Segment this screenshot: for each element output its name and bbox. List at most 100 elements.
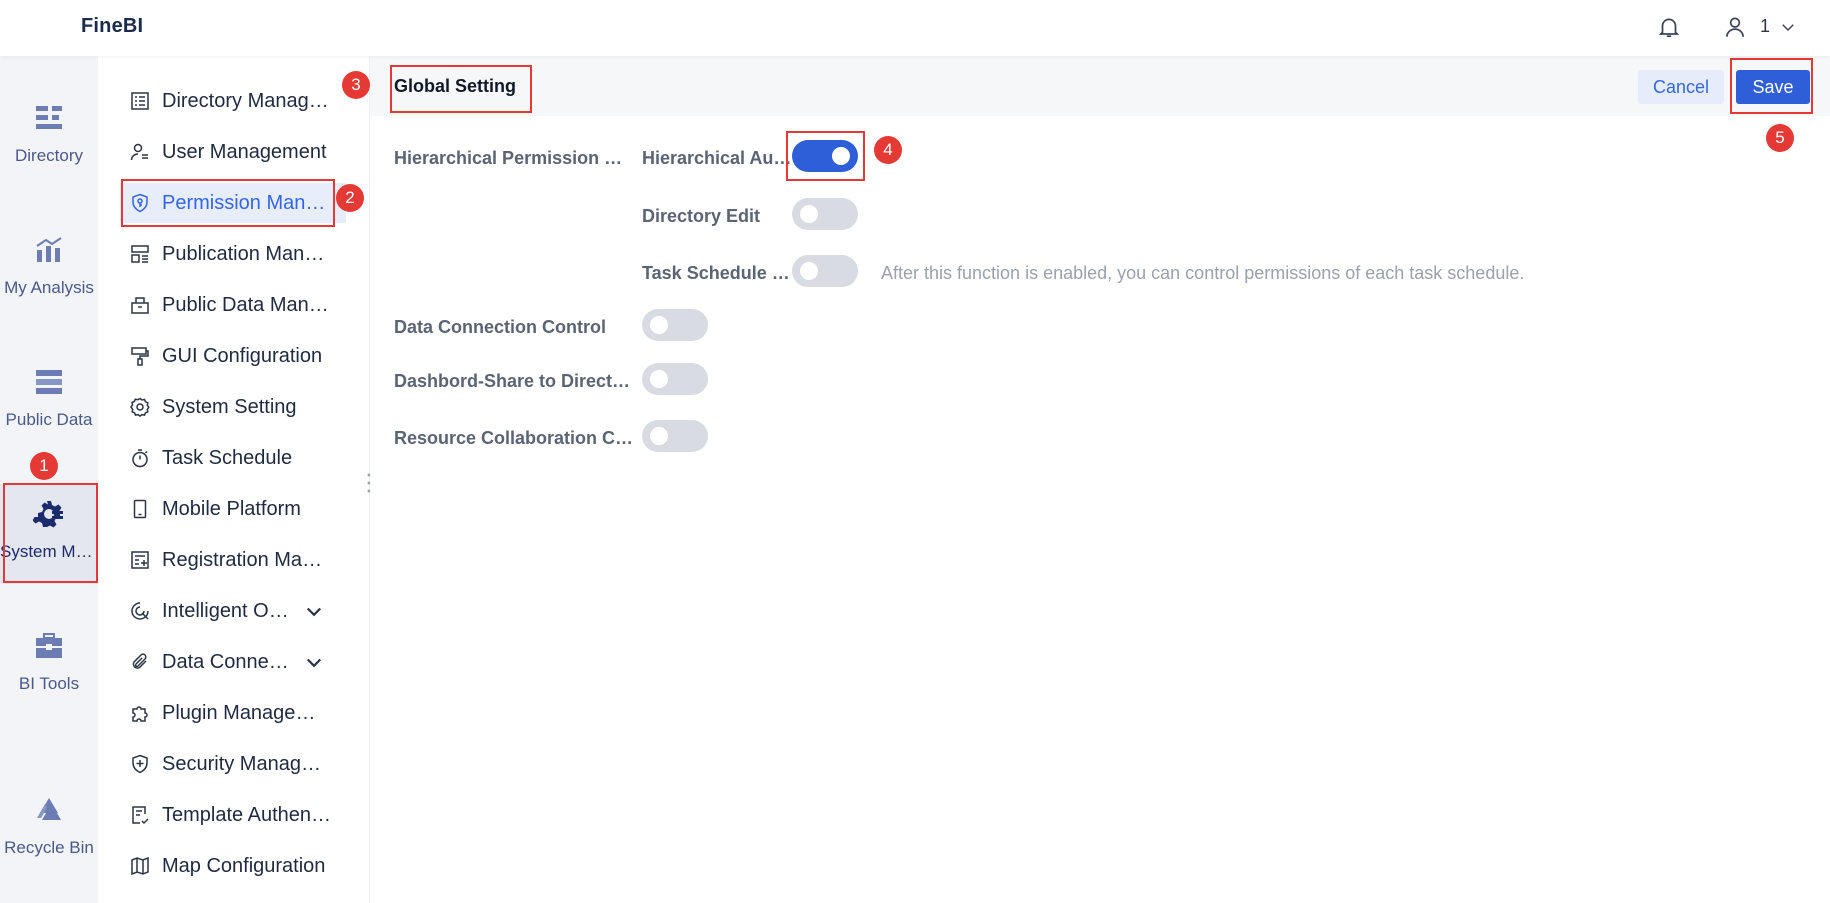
annotation-badge: 2 <box>336 184 364 212</box>
toggle-knob <box>650 427 668 445</box>
layout-icon <box>131 245 149 263</box>
recycle-icon <box>37 798 61 820</box>
menu-item-map-configuration[interactable]: Map Configuration <box>120 846 346 886</box>
menu-item-task-schedule[interactable]: Task Schedule <box>120 438 346 478</box>
rail-item-directory[interactable]: Directory <box>0 88 98 188</box>
user-icon[interactable] <box>1722 14 1748 40</box>
annotation-badge: 5 <box>1766 124 1794 152</box>
menu-item-registration-management[interactable]: Registration Management <box>120 540 346 580</box>
rail-label: Recycle Bin <box>4 838 94 857</box>
data-connection-toggle[interactable] <box>642 309 708 341</box>
phone-icon <box>133 499 147 519</box>
toggle-knob <box>650 370 668 388</box>
menu-label: Plugin Management <box>162 701 332 724</box>
annotation-box <box>390 65 532 113</box>
public-data-icon <box>36 370 62 394</box>
menu-item-directory-management[interactable]: Directory Management <box>120 81 346 121</box>
hierarchical-authorization-label: Hierarchical Authorization <box>642 148 792 168</box>
menu-item-gui-configuration[interactable]: GUI Configuration <box>120 336 346 376</box>
menu-label: Data Connection <box>162 650 294 673</box>
toggle-knob <box>800 205 818 223</box>
toggle-knob <box>800 262 818 280</box>
rail-item-bi-tools[interactable]: BI Tools <box>0 616 98 716</box>
menu-item-security-management[interactable]: Security Management <box>120 744 346 784</box>
resource-collab-label: Resource Collaboration Control <box>394 428 634 448</box>
menu-item-user-management[interactable]: User Management <box>120 132 346 172</box>
task-schedule-toggle[interactable] <box>792 255 858 287</box>
directory-edit-label: Directory Edit <box>642 206 761 226</box>
stopwatch-icon <box>132 449 148 468</box>
user-list-icon <box>130 143 148 161</box>
menu-item-system-setting[interactable]: System Setting <box>120 387 346 427</box>
top-bar: FineBI 1 <box>0 0 1830 56</box>
map-icon <box>131 856 149 876</box>
annotation-badge: 3 <box>342 71 370 99</box>
template-icon <box>132 806 149 825</box>
menu-label: Intelligent Operation <box>162 599 294 622</box>
menu-label: Security Management <box>162 752 332 775</box>
rail-label: Directory <box>14 146 83 165</box>
menu-item-public-data-management[interactable]: Public Data Management <box>120 285 346 325</box>
app-rail: Directory My Analysis Public Data System… <box>0 56 98 903</box>
chevron-down-icon[interactable] <box>304 652 324 672</box>
bell-icon[interactable] <box>1656 14 1682 40</box>
paint-roller-icon <box>131 347 149 366</box>
menu-label: Public Data Management <box>162 293 332 316</box>
directory-edit-toggle[interactable] <box>792 198 858 230</box>
annotation-box <box>786 131 865 181</box>
dashboard-share-toggle[interactable] <box>642 363 708 395</box>
brand-logo: FineBI <box>81 15 144 37</box>
menu-label: Task Schedule <box>162 446 293 469</box>
resource-collab-toggle[interactable] <box>642 420 708 452</box>
menu-label: Template Authentication <box>162 803 332 826</box>
task-schedule-hint: After this function is enabled, you can … <box>881 263 1525 283</box>
data-connection-label: Data Connection Control <box>394 317 606 337</box>
rail-item-my-analysis[interactable]: My Analysis <box>0 220 98 320</box>
toggle-knob <box>650 316 668 334</box>
cancel-button[interactable]: Cancel <box>1638 70 1724 104</box>
analysis-icon <box>36 237 62 262</box>
menu-label: User Management <box>162 140 327 163</box>
list-icon <box>131 92 149 110</box>
dashboard-share-label: Dashbord-Share to Directory <box>394 371 634 391</box>
menu-label: Directory Management <box>162 89 332 112</box>
hierarchical-permission-label: Hierarchical Permission Management <box>394 148 634 168</box>
menu-label: Mobile Platform <box>162 497 301 520</box>
gear-icon <box>130 397 150 417</box>
building-icon <box>131 297 149 314</box>
page-header: Global Setting Cancel Save <box>370 56 1830 116</box>
rail-label: My Analysis <box>4 278 94 297</box>
intelligent-icon <box>131 602 149 620</box>
annotation-badge: 4 <box>874 136 902 164</box>
rail-label: Public Data <box>5 410 93 429</box>
menu-item-intelligent-operation[interactable]: Intelligent Operation <box>120 591 346 631</box>
main-panel: Global Setting Cancel Save Hierarchical … <box>370 56 1830 903</box>
menu-label: GUI Configuration <box>162 344 323 367</box>
chevron-down-icon[interactable] <box>304 601 324 621</box>
menu-item-publication-management[interactable]: Publication Management <box>120 234 346 274</box>
menu-item-template-authentication[interactable]: Template Authentication <box>120 795 346 835</box>
annotation-box <box>121 179 335 227</box>
rail-item-recycle-bin[interactable]: Recycle Bin <box>0 780 98 880</box>
rail-item-public-data[interactable]: Public Data <box>0 352 98 452</box>
puzzle-icon <box>132 706 148 722</box>
paperclip-icon <box>132 653 147 669</box>
menu-label: System Setting <box>162 395 297 418</box>
menu-item-mobile-platform[interactable]: Mobile Platform <box>120 489 346 529</box>
chevron-down-icon[interactable] <box>1779 18 1797 36</box>
register-icon <box>131 551 149 569</box>
menu-label: Map Configuration <box>162 854 326 877</box>
toolbox-icon <box>36 633 62 658</box>
rail-label: BI Tools <box>18 674 80 693</box>
menu-label: Publication Management <box>162 242 332 265</box>
menu-item-plugin-management[interactable]: Plugin Management <box>120 693 346 733</box>
shield-plus-icon <box>132 754 148 774</box>
directory-icon <box>36 106 62 129</box>
annotation-box <box>1730 58 1813 114</box>
user-name[interactable]: 1 <box>1760 16 1770 37</box>
annotation-box <box>3 483 98 583</box>
annotation-badge: 1 <box>30 452 58 480</box>
task-schedule-label: Task Schedule Permission <box>642 263 790 283</box>
menu-label: Registration Management <box>162 548 332 571</box>
menu-item-data-connection[interactable]: Data Connection <box>120 642 346 682</box>
